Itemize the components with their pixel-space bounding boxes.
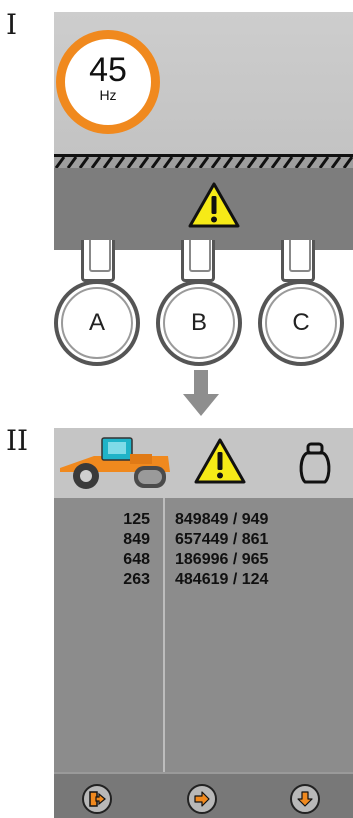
left-values-column: 125 849 648 263 (54, 510, 150, 590)
status-footer (54, 772, 353, 818)
hatch-band (54, 154, 353, 168)
arrow-right-icon (194, 791, 210, 807)
exit-button[interactable] (82, 784, 112, 814)
left-value-3: 648 (123, 551, 150, 568)
left-value-4: 263 (123, 571, 150, 588)
support-c-stem (281, 240, 315, 282)
frequency-panel: 45 Hz (54, 12, 353, 250)
frequency-unit: Hz (99, 87, 117, 103)
support-c[interactable]: C (258, 280, 344, 366)
arrow-down-icon (183, 370, 219, 416)
right-value-1: 849849 / 949 (175, 511, 269, 528)
right-values-column: 849849 / 949 657449 / 861 186996 / 965 4… (175, 510, 353, 590)
right-value-3: 186996 / 965 (175, 551, 269, 568)
exit-icon (89, 791, 106, 807)
support-a[interactable]: A (54, 280, 140, 366)
weight-icon (299, 442, 331, 484)
right-value-2: 657449 / 861 (175, 531, 269, 548)
section-one-label: I (6, 8, 18, 41)
status-header (54, 428, 353, 498)
support-b-stem (181, 240, 215, 282)
support-b[interactable]: B (156, 280, 242, 366)
down-button[interactable] (290, 784, 320, 814)
warning-icon (194, 438, 246, 484)
roller-machine-icon (60, 437, 170, 489)
hatch-pattern (54, 157, 353, 168)
support-a-stem (81, 240, 115, 282)
arrow-down-icon (297, 791, 313, 807)
warning-icon (188, 182, 240, 228)
left-value-2: 849 (123, 531, 150, 548)
section-two-label: II (6, 424, 29, 457)
column-divider (163, 498, 165, 772)
frequency-value: 45 (89, 51, 127, 89)
support-c-label: C (265, 287, 337, 359)
support-b-label: B (163, 287, 235, 359)
frequency-badge: 45 Hz (56, 30, 160, 134)
right-value-4: 484619 / 124 (175, 571, 269, 588)
left-value-1: 125 (123, 511, 150, 528)
support-a-label: A (61, 287, 133, 359)
status-panel: 125 849 648 263 849849 / 949 657449 / 86… (54, 428, 353, 818)
next-button[interactable] (187, 784, 217, 814)
